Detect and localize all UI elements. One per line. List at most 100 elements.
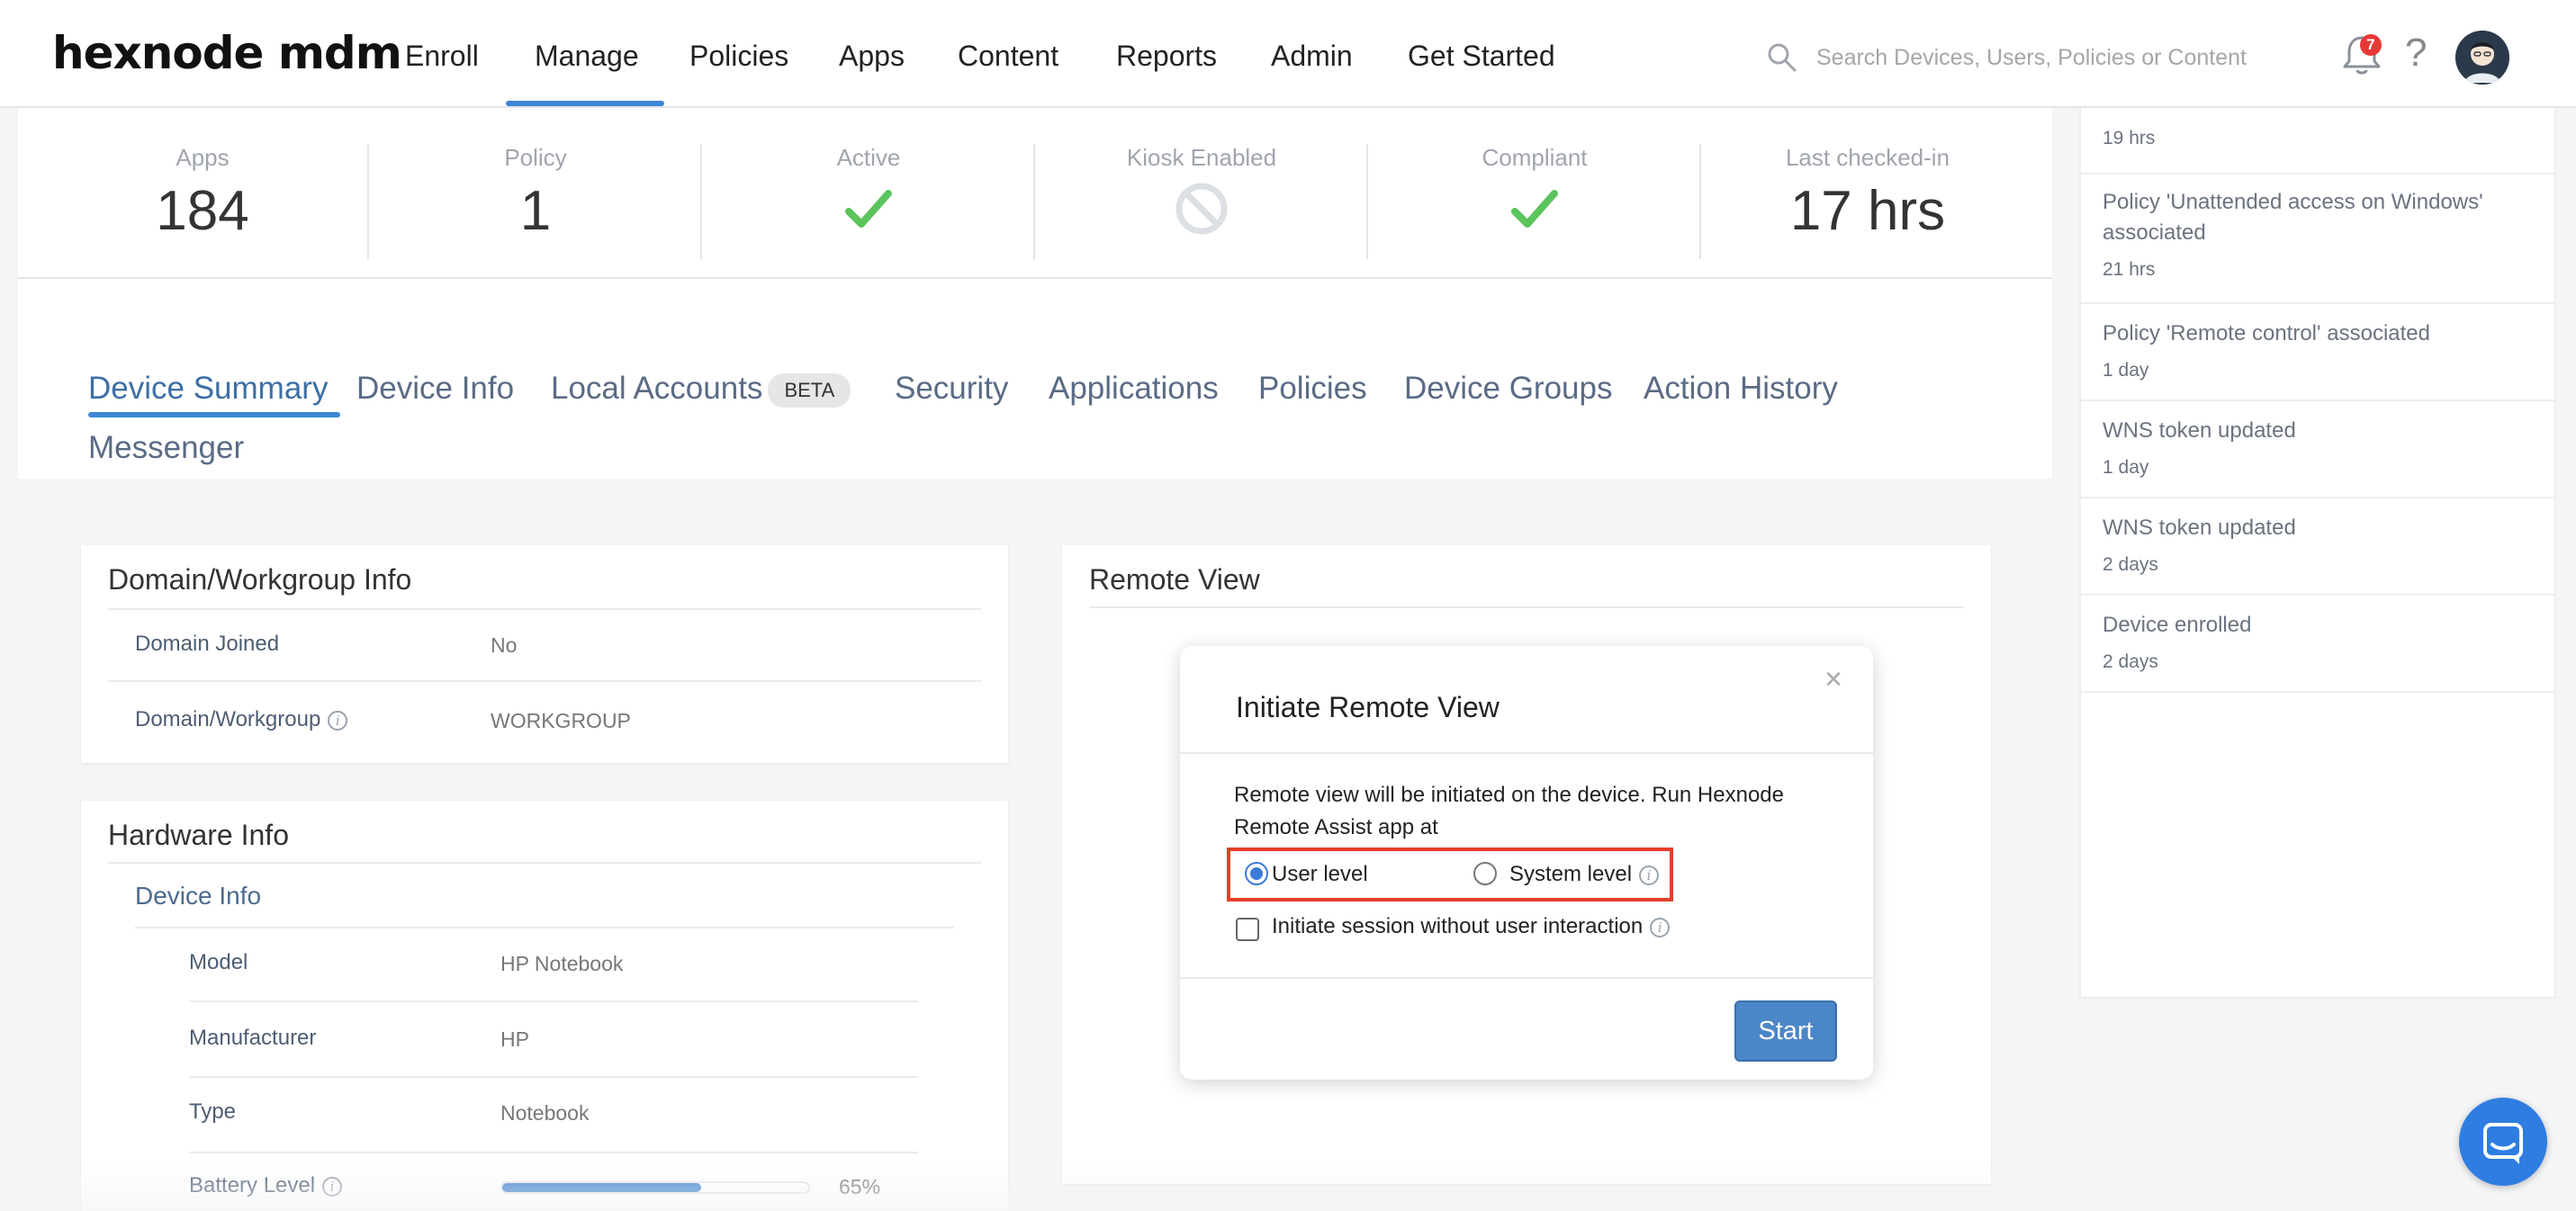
nav-content[interactable]: Content [958,40,1058,73]
tab-device-info[interactable]: Device Info [356,371,514,407]
hexnode-logo[interactable]: hexnode mdm [52,27,402,79]
row-value: Notebook [500,1101,590,1125]
search-icon [1768,43,1797,72]
row-label: Domain/Workgroup i [135,707,348,732]
divider [108,608,981,610]
info-icon[interactable]: i [1650,917,1671,937]
stat-label: Active [836,144,901,171]
check-icon [1511,190,1558,228]
user-avatar[interactable] [2455,31,2509,85]
tab-security[interactable]: Security [895,371,1008,407]
tab-label: Local Accounts [551,371,763,406]
stat-label: Kiosk Enabled [1126,144,1277,171]
divider [108,862,981,864]
stat-label: Apps [176,144,230,171]
activity-time: 2 days [2103,651,2158,672]
activity-title: Policy 'Remote control' associated [2103,321,2430,345]
tab-messenger[interactable]: Messenger [88,430,244,466]
divider [108,680,981,682]
info-icon[interactable]: i [328,710,348,731]
option-text: System level [1509,862,1633,886]
chat-icon [2483,1123,2523,1164]
divider [1180,752,1873,754]
row-label: Model [189,950,248,974]
system-level-radio[interactable] [1473,862,1497,885]
row-label-text: Domain/Workgroup [135,707,321,731]
stat-label: Policy [504,144,567,171]
row-label-text: Battery Level [189,1173,316,1198]
stat-value: 1 [519,180,552,242]
nav-enroll[interactable]: Enroll [405,40,479,73]
tab-device-summary[interactable]: Device Summary [88,371,328,407]
avatar-icon [2455,31,2509,85]
card-title: Hardware Info [108,819,289,851]
row-value: HP Notebook [500,952,624,975]
nav-apps[interactable]: Apps [839,40,905,73]
start-button[interactable]: Start [1734,1000,1837,1062]
help-icon[interactable]: ? [2405,31,2427,76]
tab-device-groups[interactable]: Device Groups [1404,371,1612,407]
nav-active-indicator [506,101,664,106]
activity-item: WNS token updated 1 day [2103,416,2535,479]
system-level-label[interactable]: System level i [1509,862,1660,887]
divider [2081,399,2554,401]
modal-title: Initiate Remote View [1236,691,1500,723]
info-icon[interactable]: i [1639,865,1660,885]
device-stats-strip: Apps 184 Policy 1 Active Kiosk Enabled C… [18,108,2052,279]
global-search [1766,36,2270,81]
hardware-info-card: Hardware Info Device Info Model HP Noteb… [81,801,1008,1211]
stat-policy[interactable]: Policy 1 [369,144,702,243]
disabled-icon [1175,183,1228,235]
row-label: Manufacturer [189,1026,317,1050]
stat-last-checked-in: Last checked-in 17 hrs [1701,144,2034,243]
activity-time: 21 hrs [2103,259,2156,280]
activity-title: WNS token updated [2103,516,2296,540]
stat-label: Last checked-in [1785,144,1950,171]
activity-title: Device enrolled [2103,613,2252,637]
nav-manage[interactable]: Manage [535,40,639,73]
battery-percent: 65% [839,1175,881,1198]
domain-workgroup-card: Domain/Workgroup Info Domain Joined No D… [81,545,1008,763]
row-value: HP [500,1027,529,1051]
divider [2081,497,2554,498]
user-level-radio[interactable] [1245,862,1268,885]
nav-policies[interactable]: Policies [689,40,788,73]
info-icon[interactable]: i [322,1176,343,1197]
no-user-interaction-checkbox[interactable] [1236,918,1259,941]
nav-admin[interactable]: Admin [1271,40,1353,73]
divider [189,1000,918,1002]
section-subtitle: Device Info [135,882,262,910]
user-level-label[interactable]: User level [1272,862,1368,887]
activity-time: 2 days [2103,554,2158,575]
modal-description: Remote view will be initiated on the dev… [1234,783,1785,839]
nav-get-started[interactable]: Get Started [1408,40,1555,73]
checkbox-text: Initiate session without user interactio… [1272,914,1644,938]
stat-apps[interactable]: Apps 184 [36,144,369,243]
stat-value: 17 hrs [1789,180,1946,242]
activity-time: 1 day [2103,360,2149,381]
chat-launcher-button[interactable] [2459,1098,2547,1186]
divider [2081,302,2554,304]
checkbox-label[interactable]: Initiate session without user interactio… [1272,914,1671,939]
divider [2081,691,2554,693]
notification-count-badge: 7 [2360,34,2382,56]
activity-time: 19 hrs [2103,128,2156,148]
activity-item: Device enrolled 2 days [2103,610,2535,673]
tab-local-accounts[interactable]: Local Accounts BETA [551,371,851,408]
close-icon[interactable]: × [1824,662,1842,697]
stat-kiosk-enabled: Kiosk Enabled [1035,144,1368,241]
device-tabs: Device Summary Device Info Local Account… [18,279,2052,479]
tab-applications[interactable]: Applications [1049,371,1219,407]
tab-policies[interactable]: Policies [1258,371,1367,407]
search-input[interactable] [1816,40,2266,76]
tab-action-history[interactable]: Action History [1644,371,1838,407]
top-navigation: hexnode mdm Enroll Manage Policies Apps … [0,0,2576,108]
activity-item: Policy 'Remote control' associated 1 day [2103,318,2535,381]
card-title: Remote View [1089,563,1260,596]
divider [2081,173,2554,175]
divider [2081,594,2554,596]
stat-active: Active [702,144,1035,241]
row-value: WORKGROUP [491,709,631,732]
activity-title: Policy 'Unattended access on Windows' as… [2103,190,2483,245]
nav-reports[interactable]: Reports [1116,40,1217,73]
